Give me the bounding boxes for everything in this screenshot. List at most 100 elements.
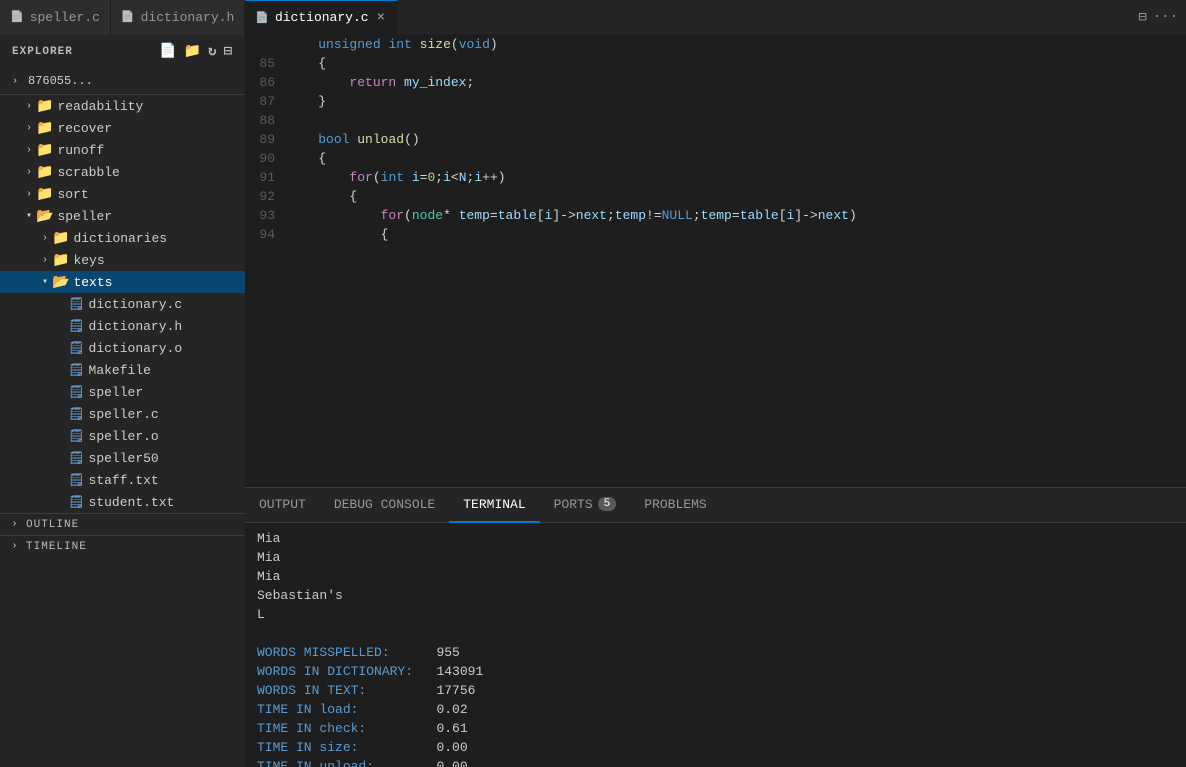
sidebar-item-speller-bin[interactable]: 🗒 speller: [0, 381, 245, 403]
file-icon-dictionary-c: 📄: [255, 11, 269, 25]
file-icon-dictionary-c-item: 🗒: [68, 297, 85, 312]
terminal-line-time-load: TIME IN load: 0.02: [257, 700, 1174, 719]
terminal-line-time-unload: TIME IN unload: 0.00: [257, 757, 1174, 767]
folder-icon-runoff: 📁: [36, 142, 53, 159]
label-texts: texts: [73, 275, 112, 290]
sidebar-item-dictionaries[interactable]: 📁 dictionaries: [0, 227, 245, 249]
sidebar-item-dictionary-o[interactable]: 🗒 dictionary.o: [0, 337, 245, 359]
terminal-line-3: Mia: [257, 567, 1174, 586]
terminal-line-blank1: [257, 624, 1174, 643]
folder-icon-keys: 📁: [52, 252, 69, 269]
workspace-row[interactable]: 876055...: [0, 68, 245, 95]
more-actions-icon[interactable]: ···: [1153, 9, 1178, 25]
workspace-arrow: [8, 76, 22, 87]
tab-speller-c[interactable]: 📄 speller.c: [0, 0, 111, 35]
sidebar-item-keys[interactable]: 📁 keys: [0, 249, 245, 271]
tab-output-label: OUTPUT: [259, 497, 306, 512]
label-runoff: runoff: [57, 143, 104, 158]
tab-label-speller-c: speller.c: [30, 10, 100, 25]
tab-terminal[interactable]: TERMINAL: [449, 488, 539, 523]
arrow-readability: [22, 101, 36, 112]
label-dictionary-o: dictionary.o: [89, 341, 183, 356]
arrow-texts: [38, 276, 52, 288]
sidebar-item-student-txt[interactable]: 🗒 student.txt: [0, 491, 245, 513]
label-recover: recover: [57, 121, 112, 136]
terminal-line-5: L: [257, 605, 1174, 624]
sidebar-item-recover[interactable]: 📁 recover: [0, 117, 245, 139]
tab-dictionary-c[interactable]: 📄 dictionary.c ×: [245, 0, 398, 35]
code-editor[interactable]: unsigned int size(void) 85 { 86 return m…: [245, 35, 1186, 487]
sidebar-header-actions: 📄 📁 ↻ ⊟: [159, 43, 233, 60]
refresh-icon[interactable]: ↻: [208, 43, 217, 60]
code-line-93: 93 for(node* temp=table[i]->next;temp!=N…: [245, 206, 1186, 225]
collapse-all-icon[interactable]: ⊟: [224, 43, 233, 60]
terminal-content[interactable]: Mia Mia Mia Sebastian's L WORDS MISSPELL…: [245, 523, 1186, 767]
tab-actions: ⊟ ···: [1138, 9, 1186, 26]
tab-output[interactable]: OUTPUT: [245, 488, 320, 523]
new-folder-icon[interactable]: 📁: [184, 43, 202, 60]
main-content: EXPLORER 📄 📁 ↻ ⊟ 876055... 📁 readability…: [0, 35, 1186, 767]
tab-label-dictionary-c: dictionary.c: [275, 10, 369, 25]
new-file-icon[interactable]: 📄: [159, 43, 177, 60]
code-lines: unsigned int size(void) 85 { 86 return m…: [245, 35, 1186, 487]
label-makefile: Makefile: [89, 363, 151, 378]
sidebar-item-dictionary-h[interactable]: 🗒 dictionary.h: [0, 315, 245, 337]
ports-badge: 5: [598, 497, 617, 511]
label-keys: keys: [73, 253, 104, 268]
split-editor-icon[interactable]: ⊟: [1138, 9, 1146, 26]
tab-problems[interactable]: PROBLEMS: [630, 488, 720, 523]
code-line-86: 86 return my_index;: [245, 73, 1186, 92]
arrow-sort: [22, 189, 36, 200]
sidebar-item-texts[interactable]: 📂 texts: [0, 271, 245, 293]
sidebar-item-speller-c[interactable]: 🗒 speller.c: [0, 403, 245, 425]
label-speller: speller: [57, 209, 112, 224]
code-line-91: 91 for(int i=0;i<N;i++): [245, 168, 1186, 187]
arrow-timeline: [8, 541, 22, 552]
timeline-section[interactable]: TIMELINE: [0, 535, 245, 557]
folder-icon-sort: 📁: [36, 186, 53, 203]
tab-ports-label: PORTS: [554, 497, 593, 512]
editor-area: unsigned int size(void) 85 { 86 return m…: [245, 35, 1186, 767]
file-icon-student-txt: 🗒: [68, 495, 85, 510]
close-icon[interactable]: ×: [375, 8, 387, 28]
folder-icon-dictionaries: 📁: [52, 230, 69, 247]
tab-ports[interactable]: PORTS 5: [540, 488, 631, 523]
tab-debug-console[interactable]: DEBUG CONSOLE: [320, 488, 449, 523]
label-dictionary-c: dictionary.c: [89, 297, 183, 312]
label-speller50: speller50: [89, 451, 159, 466]
label-readability: readability: [57, 99, 143, 114]
outline-label: OUTLINE: [26, 519, 79, 531]
code-line-87: 87 }: [245, 92, 1186, 111]
code-line-92: 92 {: [245, 187, 1186, 206]
terminal-line-words-in-dictionary: WORDS IN DICTIONARY: 143091: [257, 662, 1174, 681]
arrow-recover: [22, 123, 36, 134]
folder-icon-readability: 📁: [36, 98, 53, 115]
arrow-scrabble: [22, 167, 36, 178]
code-line-89: 89 bool unload(): [245, 130, 1186, 149]
sidebar-item-runoff[interactable]: 📁 runoff: [0, 139, 245, 161]
sidebar-item-sort[interactable]: 📁 sort: [0, 183, 245, 205]
folder-icon-speller: 📂: [36, 208, 53, 225]
file-icon-speller-o: 🗒: [68, 429, 85, 444]
sidebar-item-speller-o[interactable]: 🗒 speller.o: [0, 425, 245, 447]
sidebar-item-dictionary-c[interactable]: 🗒 dictionary.c: [0, 293, 245, 315]
sidebar-item-speller50[interactable]: 🗒 speller50: [0, 447, 245, 469]
workspace-name: 876055...: [28, 74, 93, 88]
code-line-84: unsigned int size(void): [245, 35, 1186, 54]
sidebar-item-readability[interactable]: 📁 readability: [0, 95, 245, 117]
sidebar-item-scrabble[interactable]: 📁 scrabble: [0, 161, 245, 183]
outline-section[interactable]: OUTLINE: [0, 513, 245, 535]
tab-dictionary-h[interactable]: 📄 dictionary.h: [111, 0, 245, 35]
terminal-line-time-size: TIME IN size: 0.00: [257, 738, 1174, 757]
sidebar-item-speller[interactable]: 📂 speller: [0, 205, 245, 227]
file-icon-speller-c: 📄: [10, 10, 24, 24]
arrow-outline: [8, 519, 22, 530]
label-student-txt: student.txt: [89, 495, 175, 510]
label-dictionary-h: dictionary.h: [89, 319, 183, 334]
sidebar-item-staff-txt[interactable]: 🗒 staff.txt: [0, 469, 245, 491]
file-icon-dictionary-h-item: 🗒: [68, 319, 85, 334]
sidebar-item-makefile[interactable]: 🗒 Makefile: [0, 359, 245, 381]
explorer-title: EXPLORER: [12, 46, 73, 58]
label-dictionaries: dictionaries: [73, 231, 167, 246]
file-icon-makefile: 🗒: [68, 363, 85, 378]
